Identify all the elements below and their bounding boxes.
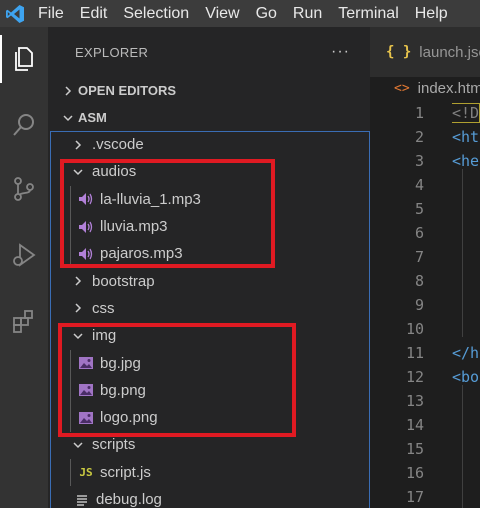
line-number: 10 — [405, 320, 424, 338]
log-file-icon — [72, 493, 92, 507]
chevron-down-icon — [60, 113, 76, 123]
tree-item-label: bootstrap — [92, 272, 155, 290]
breadcrumb-file: index.html — [417, 79, 480, 97]
search-icon[interactable] — [0, 101, 48, 149]
more-actions-icon[interactable]: ··· — [331, 43, 350, 61]
line-number: 5 — [414, 200, 424, 218]
workspace-section[interactable]: ASM — [48, 104, 370, 131]
tree-item-label: .vscode — [92, 136, 144, 154]
line-number: 3 — [414, 152, 424, 170]
code-line: <bo — [452, 368, 480, 386]
line-number: 8 — [414, 272, 424, 290]
chevron-down-icon — [70, 440, 86, 450]
editor-tabs: { } launch.json — [370, 27, 480, 77]
menu-go[interactable]: Go — [248, 0, 285, 27]
line-number: 11 — [405, 344, 424, 362]
code-editor[interactable]: <!D <ht <he </h <bo — [452, 99, 480, 508]
indent-guide — [462, 385, 463, 508]
line-number: 1 — [414, 104, 424, 122]
chevron-right-icon — [70, 140, 86, 150]
menu-bar: File Edit Selection View Go Run Terminal… — [0, 0, 480, 27]
menu-edit[interactable]: Edit — [72, 0, 116, 27]
line-number: 6 — [414, 224, 424, 242]
workspace-label: ASM — [78, 110, 107, 125]
json-file-icon: { } — [386, 44, 412, 60]
js-file-icon: JS — [79, 465, 93, 479]
code-line: <he — [452, 152, 480, 170]
chevron-right-icon — [60, 85, 76, 96]
code-line: <!D — [452, 103, 480, 123]
annotation-box-img — [58, 323, 296, 437]
code-line: <ht — [452, 128, 480, 146]
line-number: 16 — [405, 464, 424, 482]
tree-item-label: debug.log — [96, 491, 162, 508]
activity-bar — [0, 27, 48, 508]
line-number: 14 — [405, 416, 424, 434]
tree-file-js[interactable]: JS script.js — [48, 459, 370, 486]
line-number: 13 — [405, 392, 424, 410]
explorer-title: EXPLORER — [75, 44, 149, 60]
chevron-right-icon — [70, 276, 86, 286]
tree-folder-vscode[interactable]: .vscode — [48, 131, 370, 158]
menu-run[interactable]: Run — [285, 0, 330, 27]
open-editors-section[interactable]: OPEN EDITORS — [48, 77, 370, 104]
line-number: 2 — [414, 128, 424, 146]
menu-view[interactable]: View — [197, 0, 247, 27]
vscode-logo-icon — [0, 0, 30, 27]
indent-guide — [70, 459, 71, 486]
run-debug-icon[interactable] — [0, 231, 48, 279]
tab-launch-json[interactable]: { } launch.json — [370, 27, 480, 77]
line-number: 4 — [414, 176, 424, 194]
explorer-header: EXPLORER ··· — [48, 27, 370, 77]
menu-help[interactable]: Help — [407, 0, 456, 27]
line-number: 7 — [414, 248, 424, 266]
menu-selection[interactable]: Selection — [115, 0, 197, 27]
tree-item-label: script.js — [100, 463, 151, 481]
tree-folder-bootstrap[interactable]: bootstrap — [48, 267, 370, 294]
annotation-box-audios — [60, 159, 275, 268]
breadcrumb[interactable]: <> index.html — [370, 77, 480, 99]
open-editors-label: OPEN EDITORS — [78, 83, 177, 98]
indent-guide — [462, 169, 463, 337]
tree-folder-css[interactable]: css — [48, 295, 370, 322]
menu-terminal[interactable]: Terminal — [330, 0, 406, 27]
extensions-icon[interactable] — [0, 297, 48, 345]
html-file-icon: <> — [394, 80, 410, 96]
menu-file[interactable]: File — [30, 0, 72, 27]
line-number-gutter: 1 2 3 4 5 6 7 8 9 10 11 12 13 14 15 16 1… — [370, 99, 424, 508]
line-number: 9 — [414, 296, 424, 314]
line-number: 12 — [405, 368, 424, 386]
line-number: 15 — [405, 440, 424, 458]
tab-label: launch.json — [419, 43, 480, 61]
tree-item-label: scripts — [92, 436, 136, 454]
line-number: 17 — [405, 488, 424, 506]
chevron-right-icon — [70, 303, 86, 313]
source-control-icon[interactable] — [0, 165, 48, 213]
tree-item-label: css — [92, 299, 115, 317]
tree-file-log[interactable]: debug.log — [48, 486, 370, 508]
explorer-icon[interactable] — [0, 35, 48, 83]
code-line: </h — [452, 344, 480, 362]
